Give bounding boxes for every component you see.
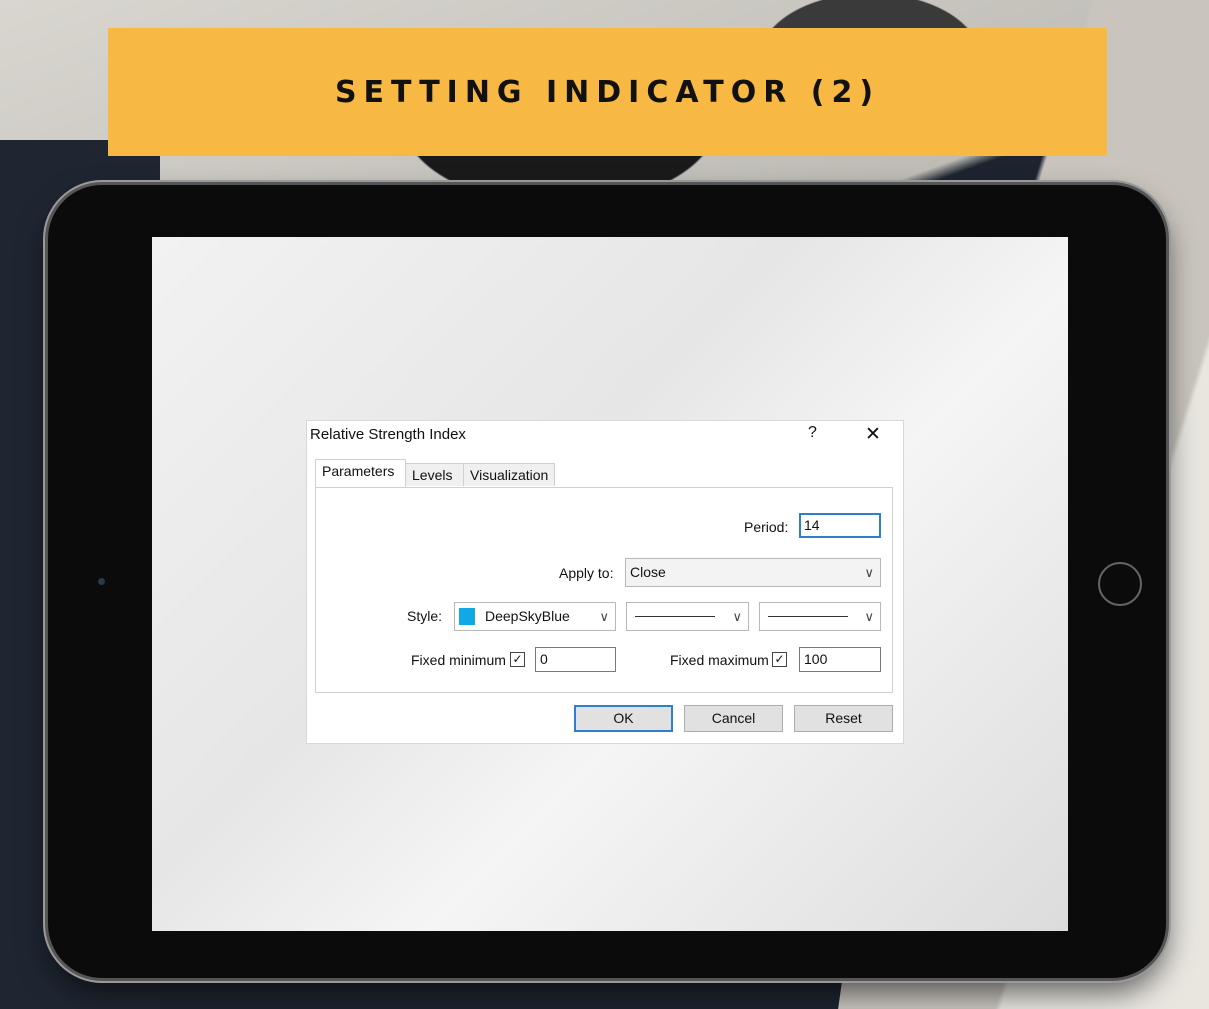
tablet-frame: Relative Strength Index ? ✕ Parameters L… — [48, 185, 1166, 978]
fixed-minimum-checkbox[interactable]: ✓ — [510, 652, 525, 667]
camera-icon — [98, 578, 105, 585]
fixed-minimum-input[interactable]: 0 — [535, 647, 616, 672]
close-icon[interactable]: ✕ — [865, 423, 881, 446]
dialog-title: Relative Strength Index — [310, 426, 466, 443]
fixed-minimum-label: Fixed minimum — [411, 652, 506, 668]
tab-parameters[interactable]: Parameters — [315, 459, 406, 487]
cancel-button[interactable]: Cancel — [684, 705, 783, 732]
banner-title: SETTING INDICATOR (2) — [334, 74, 881, 110]
chevron-down-icon: ∨ — [599, 609, 609, 624]
ok-button[interactable]: OK — [574, 705, 673, 732]
style-color-name: DeepSkyBlue — [485, 608, 570, 624]
line-style-sample — [635, 616, 715, 617]
rsi-dialog: Relative Strength Index ? ✕ Parameters L… — [306, 420, 904, 744]
line-width-sample — [768, 616, 848, 617]
chevron-down-icon: ∨ — [864, 565, 874, 580]
fixed-maximum-checkbox[interactable]: ✓ — [772, 652, 787, 667]
apply-to-label: Apply to: — [559, 565, 614, 581]
style-color-select[interactable]: DeepSkyBlue ∨ — [454, 602, 616, 631]
parameters-panel: Period: 14 Apply to: Close ∨ Style: Deep… — [315, 487, 893, 693]
fixed-maximum-label: Fixed maximum — [670, 652, 769, 668]
apply-to-select[interactable]: Close ∨ — [625, 558, 881, 587]
help-button[interactable]: ? — [808, 424, 817, 442]
line-style-select[interactable]: ∨ — [626, 602, 749, 631]
tablet-screen: Relative Strength Index ? ✕ Parameters L… — [152, 237, 1068, 931]
line-width-select[interactable]: ∨ — [759, 602, 881, 631]
reset-button[interactable]: Reset — [794, 705, 893, 732]
apply-to-value: Close — [630, 564, 666, 580]
style-label: Style: — [407, 608, 443, 624]
home-button — [1098, 562, 1142, 606]
color-swatch — [459, 608, 475, 625]
chevron-down-icon: ∨ — [864, 609, 874, 624]
period-label: Period: — [744, 519, 789, 535]
period-input[interactable]: 14 — [799, 513, 881, 538]
tab-visualization[interactable]: Visualization — [463, 463, 555, 486]
fixed-maximum-input[interactable]: 100 — [799, 647, 881, 672]
chevron-down-icon: ∨ — [732, 609, 742, 624]
tab-levels[interactable]: Levels — [405, 463, 464, 486]
title-banner: SETTING INDICATOR (2) — [108, 28, 1107, 156]
